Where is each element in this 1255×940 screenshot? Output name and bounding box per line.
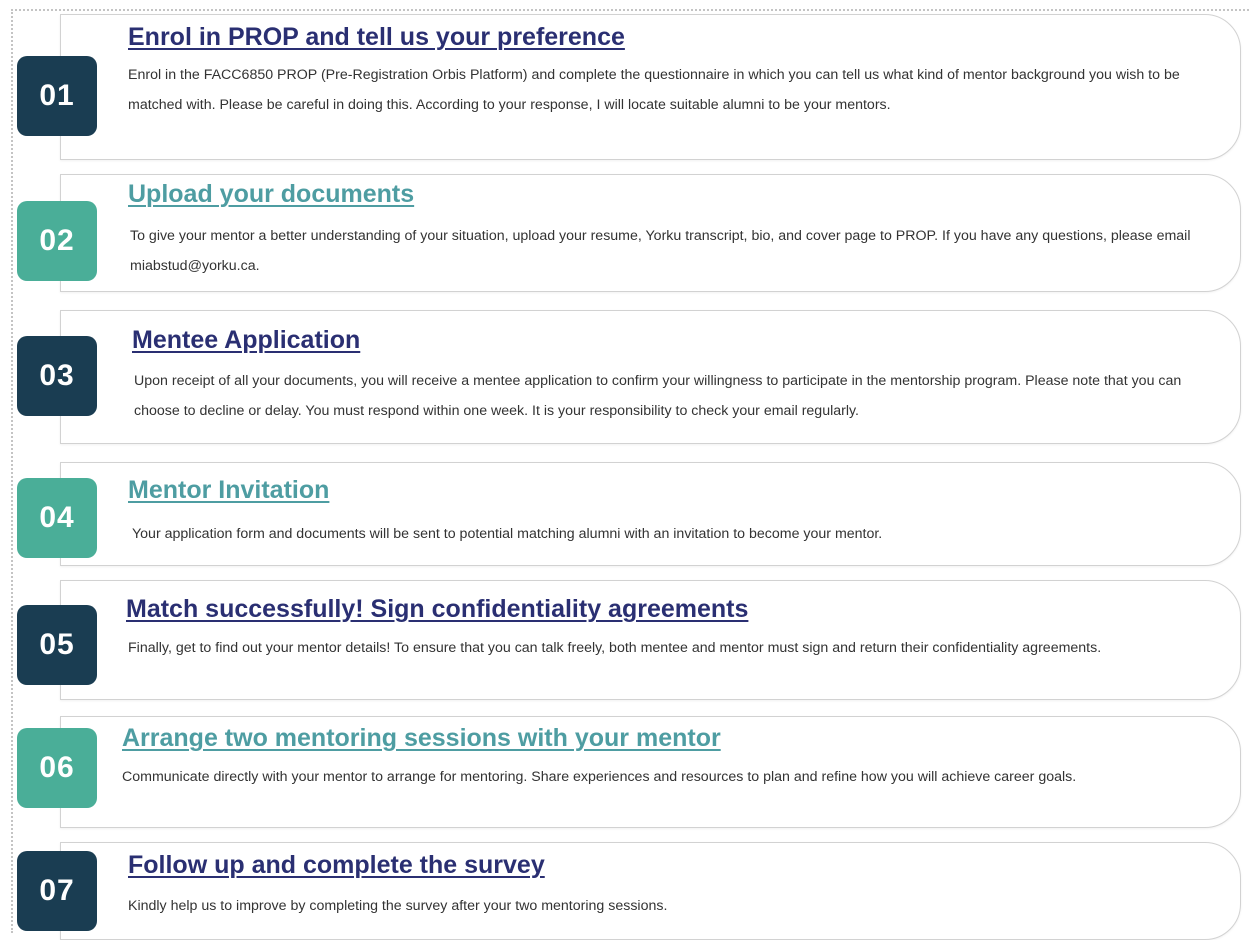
step-04: 04 Mentor Invitation Your application fo… bbox=[0, 462, 1255, 566]
step-number-badge: 05 bbox=[17, 605, 97, 685]
step-title: Upload your documents bbox=[128, 180, 415, 208]
step-05: 05 Match successfully! Sign confidential… bbox=[0, 580, 1255, 700]
step-01: 01 Enrol in PROP and tell us your prefer… bbox=[0, 14, 1255, 160]
step-number-badge: 06 bbox=[17, 728, 97, 808]
step-title: Mentor Invitation bbox=[128, 476, 330, 504]
step-02: 02 Upload your documents To give your me… bbox=[0, 174, 1255, 292]
step-description: To give your mentor a better understandi… bbox=[130, 228, 1191, 274]
step-title: Match successfully! Sign confidentiality… bbox=[126, 595, 749, 623]
step-title: Mentee Application bbox=[132, 326, 361, 354]
step-description: Your application form and documents will… bbox=[132, 526, 883, 542]
step-description: Kindly help us to improve by completing … bbox=[128, 898, 668, 914]
step-number-badge: 01 bbox=[17, 56, 97, 136]
step-number-badge: 07 bbox=[17, 851, 97, 931]
step-title: Follow up and complete the survey bbox=[128, 851, 545, 879]
step-title: Arrange two mentoring sessions with your… bbox=[122, 724, 721, 752]
step-description: Enrol in the FACC6850 PROP (Pre-Registra… bbox=[128, 67, 1180, 113]
step-description: Upon receipt of all your documents, you … bbox=[134, 373, 1182, 419]
step-description: Communicate directly with your mentor to… bbox=[122, 769, 1077, 785]
step-03: 03 Mentee Application Upon receipt of al… bbox=[0, 310, 1255, 444]
step-number-badge: 02 bbox=[17, 201, 97, 281]
step-number-badge: 04 bbox=[17, 478, 97, 558]
step-title: Enrol in PROP and tell us your preferenc… bbox=[128, 23, 625, 51]
step-06: 06 Arrange two mentoring sessions with y… bbox=[0, 716, 1255, 828]
step-description: Finally, get to find out your mentor det… bbox=[128, 640, 1102, 656]
step-07: 07 Follow up and complete the survey Kin… bbox=[0, 842, 1255, 940]
step-number-badge: 03 bbox=[17, 336, 97, 416]
